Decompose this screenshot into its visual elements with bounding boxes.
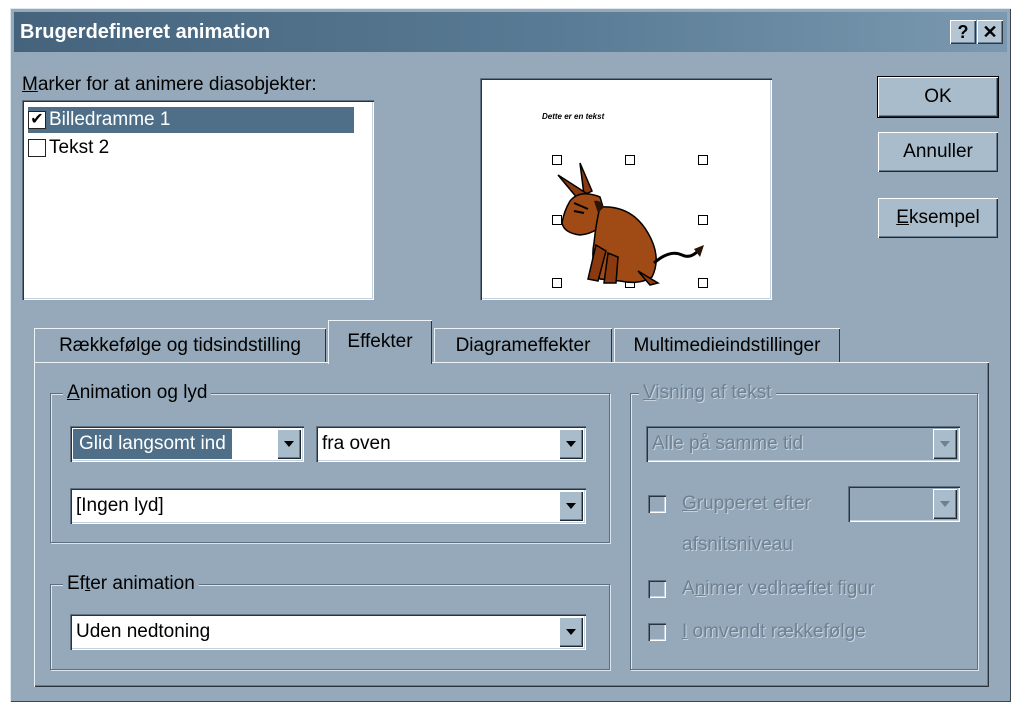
close-icon: ✕: [982, 22, 998, 42]
title-bar[interactable]: Brugerdefineret animation ? ✕: [14, 12, 1007, 52]
tab-chart-effects[interactable]: Diagrameffekter: [434, 328, 612, 364]
checkbox-billedramme[interactable]: ✔: [28, 111, 46, 129]
text-display-legend: Visning af tekst: [639, 381, 776, 405]
list-item-tekst[interactable]: Tekst 2: [28, 135, 109, 161]
chevron-down-icon[interactable]: [933, 429, 957, 459]
donkey-image: [557, 162, 704, 286]
objects-label: Marker for at animere diasobjekter:: [22, 74, 317, 95]
objects-listbox[interactable]: ✔ Billedramme 1 Tekst 2: [22, 100, 374, 300]
list-item-label: Tekst 2: [49, 137, 110, 158]
effects-panel: Animation og lyd Glid langsomt ind fra o…: [34, 362, 989, 687]
help-button[interactable]: ?: [950, 20, 976, 44]
effect-value: Glid langsomt ind: [72, 428, 233, 460]
chevron-down-icon[interactable]: [559, 429, 583, 459]
tab-timing[interactable]: Rækkefølge og tidsindstilling: [34, 328, 326, 364]
direction-dropdown[interactable]: fra oven: [316, 426, 586, 462]
sound-value: [Ingen lyd]: [76, 495, 164, 516]
chevron-down-icon[interactable]: [559, 491, 583, 521]
after-animation-dropdown[interactable]: Uden nedtoning: [70, 614, 586, 650]
grouped-label-line2: afsnitsniveau: [682, 534, 793, 555]
chevron-down-icon[interactable]: [559, 617, 583, 647]
animate-attached-checkbox[interactable]: [648, 580, 666, 598]
after-animation-legend: Efter animation: [63, 572, 199, 596]
chevron-down-icon[interactable]: [277, 429, 301, 459]
reverse-order-label: I omvendt rækkefølge: [682, 621, 866, 642]
text-mode-value: Alle på samme tid: [652, 433, 804, 454]
reverse-order-checkbox[interactable]: [648, 623, 666, 641]
close-button[interactable]: ✕: [977, 20, 1003, 44]
custom-animation-dialog: Brugerdefineret animation ? ✕ Marker for…: [10, 8, 1011, 702]
text-mode-dropdown[interactable]: Alle på samme tid: [646, 426, 960, 462]
animate-attached-label: Animer vedhæftet figur: [682, 578, 875, 599]
grouped-level-dropdown[interactable]: [848, 486, 960, 522]
list-item-billedramme[interactable]: ✔ Billedramme 1: [28, 107, 354, 133]
list-item-label: Billedramme 1: [49, 109, 171, 130]
check-icon: ✔: [30, 111, 44, 128]
sound-dropdown[interactable]: [Ingen lyd]: [70, 488, 586, 524]
grouped-label: Grupperet efter: [682, 493, 811, 514]
example-button[interactable]: Eksempel: [878, 198, 998, 238]
cancel-button[interactable]: Annuller: [878, 132, 998, 172]
slide-preview: Dette er en tekst: [480, 78, 772, 300]
effect-dropdown[interactable]: Glid langsomt ind: [70, 426, 304, 462]
preview-slide-text: Dette er en tekst: [542, 112, 605, 121]
animation-sound-legend: Animation og lyd: [63, 381, 212, 405]
direction-value: fra oven: [322, 433, 391, 454]
ok-button[interactable]: OK: [877, 76, 999, 118]
checkbox-tekst[interactable]: [28, 139, 46, 157]
chevron-down-icon[interactable]: [933, 489, 957, 519]
after-animation-value: Uden nedtoning: [76, 621, 211, 642]
grouped-checkbox[interactable]: [648, 495, 666, 513]
tab-effects[interactable]: Effekter: [328, 320, 432, 364]
tab-multimedia[interactable]: Multimedieindstillinger: [614, 328, 840, 364]
dialog-title: Brugerdefineret animation: [20, 21, 271, 43]
